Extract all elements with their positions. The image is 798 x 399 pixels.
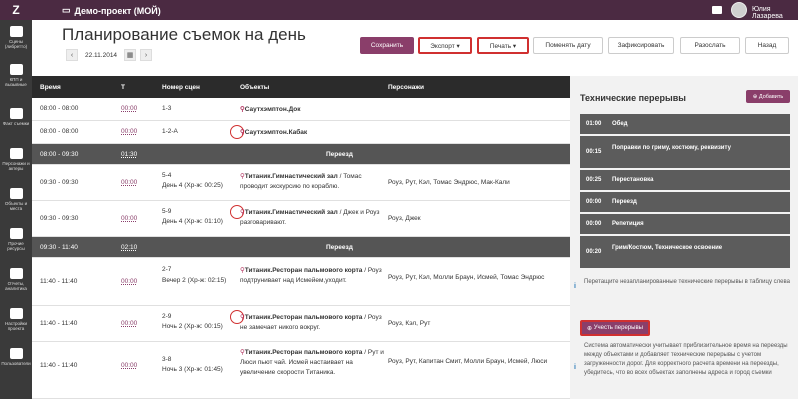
- table-row[interactable]: 08:00 - 08:00 00:00 1-3 ⚲Саутхэмптон.Док: [32, 98, 570, 121]
- date-navigator: ‹ 22.11.2014 ▦ ›: [66, 49, 153, 61]
- break-item[interactable]: 00:00 Репетиция: [580, 214, 790, 234]
- col-objects: Объекты: [240, 84, 270, 91]
- break-item[interactable]: 00:00 Переезд: [580, 192, 790, 212]
- info-icon: i: [574, 364, 576, 371]
- panel-title: Технические перерывы: [580, 93, 686, 103]
- next-date-button[interactable]: ›: [140, 49, 153, 61]
- save-button[interactable]: Сохранить: [360, 37, 414, 54]
- table-row[interactable]: 09:30 - 09:30 00:00 5-4 День 4 (Хр-ж: 00…: [32, 165, 570, 201]
- sidebar-item-kpp[interactable]: КПП и вызывные: [0, 64, 32, 87]
- transit-row[interactable]: 09:30 - 11:40 02:10 Переезд: [32, 237, 570, 258]
- sidebar-item-objects[interactable]: Объекты и места: [0, 188, 32, 211]
- project-title: Демо-проект (МОЙ): [74, 5, 161, 16]
- back-button[interactable]: Назад: [745, 37, 789, 54]
- clipboard-icon: [9, 64, 23, 75]
- sidebar-item-fact[interactable]: Факт съемки: [0, 108, 32, 126]
- chart-icon: [9, 268, 23, 279]
- mail-icon[interactable]: [712, 6, 722, 14]
- avatar[interactable]: [731, 2, 747, 18]
- plus-icon: ⊕: [587, 325, 594, 332]
- print-button[interactable]: Печать ▾: [477, 37, 529, 54]
- apply-breaks-button[interactable]: ⊕ Учесть перерывы: [580, 320, 650, 336]
- break-item[interactable]: 00:20 Грим/Костюм, Техническое освоение: [580, 236, 790, 268]
- sidebar: Сцены (либретто) КПП и вызывные Факт съе…: [0, 20, 32, 399]
- camera-icon: [9, 108, 23, 119]
- table-row[interactable]: 11:40 - 11:40 00:00 3-8 Ночь 3 (Хр-ж: 01…: [32, 342, 570, 399]
- schedule-table-header: Время Т Номер сцен Объекты Персонажи: [32, 76, 570, 98]
- box-icon: [9, 228, 23, 239]
- app-logo[interactable]: Z: [0, 0, 32, 20]
- calendar-icon[interactable]: ▦: [124, 49, 137, 61]
- table-row[interactable]: 08:00 - 08:00 00:00 1-2-А ⚲Саутхэмптон.К…: [32, 121, 570, 144]
- table-row[interactable]: 11:40 - 11:40 00:00 2-9 Ночь 2 (Хр-ж: 00…: [32, 306, 570, 342]
- info-icon: i: [574, 283, 576, 290]
- prev-date-button[interactable]: ‹: [66, 49, 78, 61]
- user-name[interactable]: Юлия Лазарева: [752, 6, 798, 20]
- break-item[interactable]: 01:00 Обед: [580, 114, 790, 134]
- col-characters: Персонажи: [388, 84, 424, 91]
- transit-row[interactable]: 08:00 - 09:30 01:30 Переезд: [32, 144, 570, 165]
- breaks-panel: Технические перерывы ⊕ Добавить 01:00 Об…: [570, 76, 798, 399]
- table-row[interactable]: 11:40 - 11:40 00:00 2-7 Вечер 2 (Хр-ж: 0…: [32, 258, 570, 306]
- break-item[interactable]: 00:15 Поправки по гриму, костюму, реквиз…: [580, 136, 790, 168]
- break-item[interactable]: 00:25 Перестановка: [580, 170, 790, 190]
- project-selector[interactable]: ▭ Демо-проект (МОЙ): [62, 5, 161, 16]
- page-title: Планирование съемок на день: [62, 25, 306, 44]
- sidebar-item-resources[interactable]: Прочие ресурсы: [0, 228, 32, 251]
- col-t: Т: [121, 84, 125, 91]
- date-value[interactable]: 22.11.2014: [82, 52, 120, 59]
- top-bar: Z ▭ Демо-проект (МОЙ) Юлия Лазарева: [0, 0, 798, 20]
- send-button[interactable]: Разослать: [680, 37, 740, 54]
- add-break-button[interactable]: ⊕ Добавить: [746, 90, 790, 103]
- fix-button[interactable]: Зафиксировать: [608, 37, 674, 54]
- table-row[interactable]: 09:30 - 09:30 00:00 5-9 День 4 (Хр-ж: 01…: [32, 201, 570, 237]
- change-date-button[interactable]: Поменять дату: [533, 37, 603, 54]
- auto-calc-hint: Система автоматически учитывает приблизи…: [584, 343, 788, 376]
- sidebar-item-reports[interactable]: Отчеты, аналитика: [0, 268, 32, 291]
- sidebar-item-scenes[interactable]: Сцены (либретто): [0, 26, 32, 49]
- drag-hint: Перетащите незапланированные технические…: [584, 279, 790, 285]
- sidebar-item-users[interactable]: Пользователи: [0, 348, 32, 366]
- col-scene: Номер сцен: [162, 84, 200, 91]
- sidebar-item-characters[interactable]: Персонажи и актеры: [0, 148, 32, 171]
- user-group-icon: [9, 348, 23, 359]
- folder-icon: ▭: [62, 5, 71, 15]
- sidebar-item-settings[interactable]: Настройки проекта: [0, 308, 32, 331]
- export-button[interactable]: Экспорт ▾: [418, 37, 472, 54]
- settings-icon: [9, 308, 23, 319]
- image-icon: [9, 188, 23, 199]
- col-time: Время: [40, 84, 61, 91]
- film-icon: [9, 26, 23, 37]
- users-icon: [9, 148, 23, 159]
